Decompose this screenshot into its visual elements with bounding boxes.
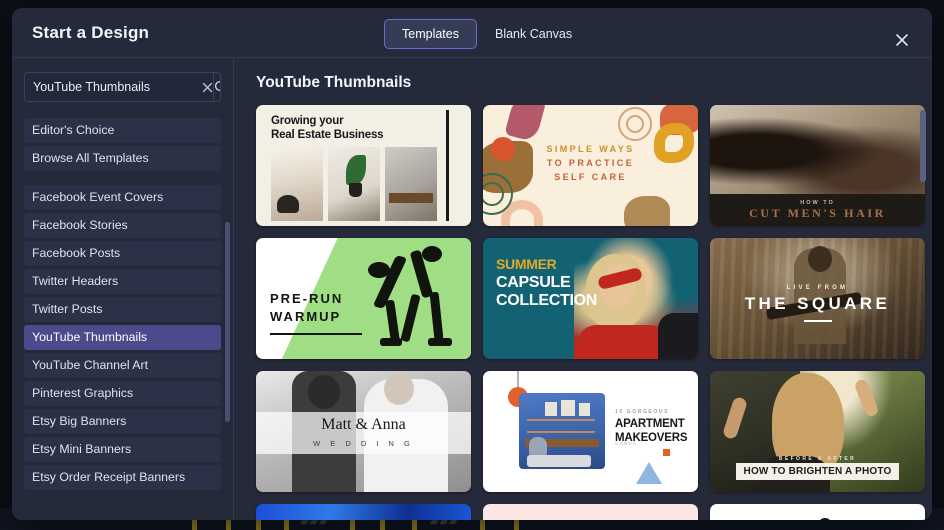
card-title-line1: SIMPLE WAYS	[483, 143, 698, 157]
content-scrollbar[interactable]	[920, 110, 926, 182]
card-title-line1: APARTMENT	[615, 418, 685, 430]
card-title-line1: PRE-RUN	[270, 291, 343, 306]
sidebar-item-etsy-mini-banners[interactable]: Etsy Mini Banners	[24, 437, 221, 462]
search-box	[24, 72, 221, 102]
card-triangle-accent	[636, 462, 662, 484]
modal-body: Editor's Choice Browse All Templates Fac…	[12, 58, 932, 520]
mode-tabs: Templates Blank Canvas	[384, 19, 590, 49]
content-heading: YouTube Thumbnails	[256, 74, 910, 92]
sidebar-item-etsy-big-banners[interactable]: Etsy Big Banners	[24, 409, 221, 434]
template-card-real-estate[interactable]: Growing your Real Estate Business	[256, 105, 471, 226]
card-title: Matt & Anna	[256, 416, 471, 434]
card-title: HOW TO BRIGHTEN A PHOTO	[744, 466, 892, 477]
sidebar-group-top: Editor's Choice Browse All Templates	[24, 118, 221, 171]
card-photo	[710, 105, 925, 194]
app-root: ▰▰▰ ▰▰▰ Start a Design Templates Blank C…	[0, 0, 944, 530]
sidebar-item-twitter-headers[interactable]: Twitter Headers	[24, 269, 221, 294]
card-title: CAPSULE COLLECTION	[496, 274, 597, 310]
close-icon[interactable]	[892, 30, 912, 50]
sidebar-item-facebook-event-covers[interactable]: Facebook Event Covers	[24, 185, 221, 210]
sidebar-item-etsy-order-receipt-banners[interactable]: Etsy Order Receipt Banners	[24, 465, 221, 490]
sidebar-item-browse-all-templates[interactable]: Browse All Templates	[24, 146, 221, 171]
template-card-apartment-makeovers[interactable]: 10 GORGEOUS APARTMENT MAKEOVERS CANVA	[483, 371, 698, 492]
card-title-line2: WARMUP	[270, 309, 341, 324]
card-accent-bar	[446, 110, 449, 221]
card-title: Growing your Real Estate Business	[271, 114, 383, 143]
sidebar-group-categories: Facebook Event Covers Facebook Stories F…	[24, 185, 221, 490]
start-a-design-modal: Start a Design Templates Blank Canvas	[12, 8, 932, 520]
template-card-pre-run-warmup[interactable]: PRE-RUN WARMUP	[256, 238, 471, 359]
card-subtitle: CANVA	[615, 441, 637, 446]
template-card-live-from-the-square[interactable]: LIVE FROM THE SQUARE	[710, 238, 925, 359]
card-underline	[270, 333, 362, 335]
card-kicker: BEFORE & AFTER	[710, 456, 925, 462]
card-title-line1: Growing your	[271, 115, 343, 127]
sidebar-item-youtube-thumbnails[interactable]: YouTube Thumbnails	[24, 325, 221, 350]
sidebar-item-twitter-posts[interactable]: Twitter Posts	[24, 297, 221, 322]
template-card-brighten-a-photo[interactable]: BEFORE & AFTER HOW TO BRIGHTEN A PHOTO	[710, 371, 925, 492]
card-square-accent	[663, 449, 670, 456]
search-input[interactable]	[25, 73, 202, 101]
card-kicker: LIVE FROM	[710, 285, 925, 291]
sidebar-item-youtube-channel-art[interactable]: YouTube Channel Art	[24, 353, 221, 378]
template-card-blue-partial[interactable]	[256, 504, 471, 520]
card-title: SIMPLE WAYS TO PRACTICE SELF CARE	[483, 143, 698, 185]
card-caption-band: HOW TO BRIGHTEN A PHOTO	[736, 463, 899, 480]
template-card-summer-capsule[interactable]: SUMMER CAPSULE COLLECTION	[483, 238, 698, 359]
page-title: Start a Design	[32, 23, 149, 43]
template-card-white-partial[interactable]	[710, 504, 925, 520]
card-subtitle: W E D D I N G	[256, 439, 471, 448]
card-photo	[519, 393, 605, 469]
modal-header: Start a Design Templates Blank Canvas	[12, 8, 932, 58]
sidebar-item-pinterest-graphics[interactable]: Pinterest Graphics	[24, 381, 221, 406]
template-card-pink-partial[interactable]	[483, 504, 698, 520]
sidebar-item-facebook-stories[interactable]: Facebook Stories	[24, 213, 221, 238]
tab-blank-canvas[interactable]: Blank Canvas	[477, 19, 590, 49]
template-browser: YouTube Thumbnails Growing your Real Est…	[234, 58, 932, 520]
card-title: CUT MEN'S HAIR	[710, 206, 925, 221]
card-title-line2: CAPSULE	[496, 274, 570, 291]
sidebar-item-facebook-posts[interactable]: Facebook Posts	[24, 241, 221, 266]
card-title-line2: Real Estate Business	[271, 129, 383, 141]
sidebar-item-editors-choice[interactable]: Editor's Choice	[24, 118, 221, 143]
template-grid: Growing your Real Estate Business	[256, 105, 910, 520]
card-underline	[804, 320, 832, 322]
card-title: THE SQUARE	[710, 294, 925, 314]
template-card-mens-hair[interactable]: HOW TO CUT MEN'S HAIR	[710, 105, 925, 226]
card-title-line1: SUMMER	[496, 256, 556, 272]
card-title-line3: COLLECTION	[496, 292, 597, 309]
template-card-wedding[interactable]: Matt & Anna W E D D I N G	[256, 371, 471, 492]
clear-icon[interactable]	[202, 73, 213, 101]
card-title-line2: TO PRACTICE	[483, 157, 698, 171]
search-icon[interactable]	[213, 73, 221, 101]
card-photo-strip	[271, 147, 437, 221]
card-title-line3: SELF CARE	[483, 171, 698, 185]
sidebar-scrollbar[interactable]	[225, 222, 230, 422]
card-kicker: 10 GORGEOUS	[615, 409, 669, 415]
card-title: PRE-RUN WARMUP	[270, 290, 343, 325]
template-card-self-care[interactable]: SIMPLE WAYS TO PRACTICE SELF CARE	[483, 105, 698, 226]
tab-templates[interactable]: Templates	[384, 19, 477, 49]
sidebar: Editor's Choice Browse All Templates Fac…	[12, 58, 234, 520]
